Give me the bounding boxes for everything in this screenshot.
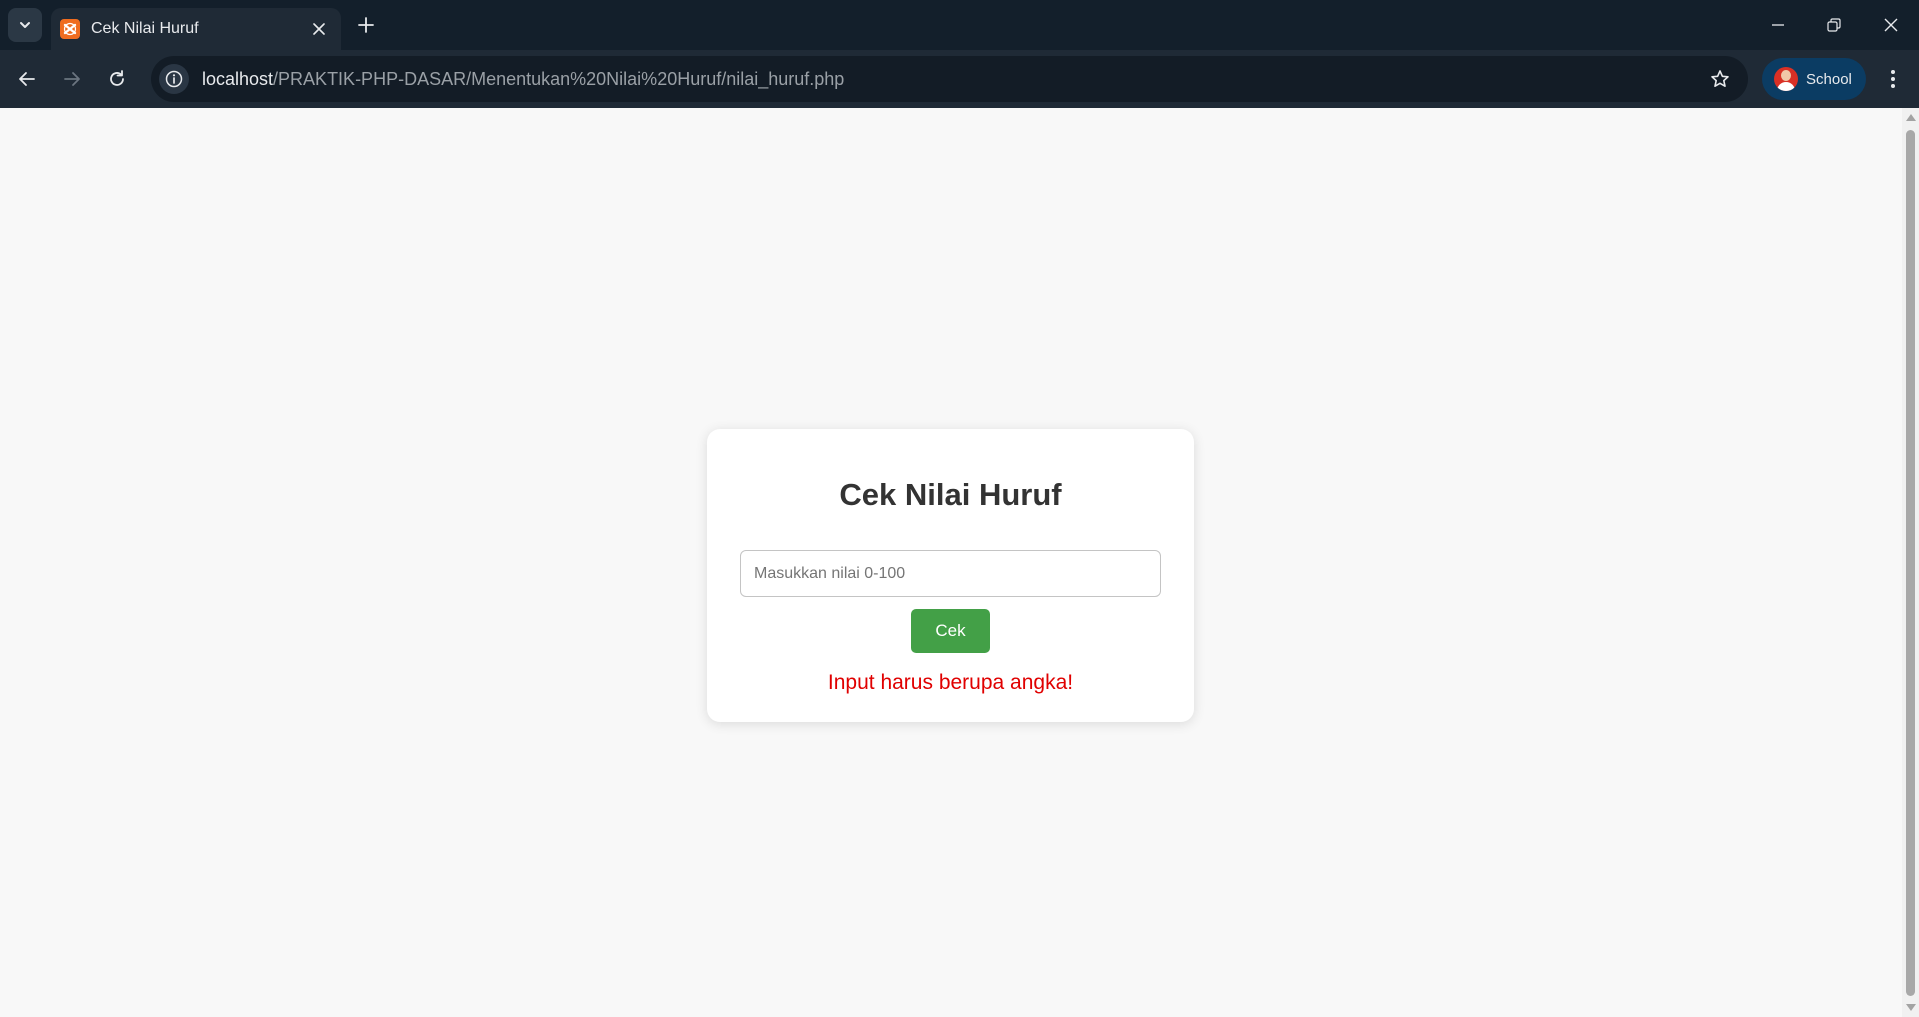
browser-toolbar: localhost/PRAKTIK-PHP-DASAR/Menentukan%2… xyxy=(0,50,1919,108)
url-path: /PRAKTIK-PHP-DASAR/Menentukan%20Nilai%20… xyxy=(273,68,845,89)
close-icon xyxy=(313,23,325,35)
new-tab-button[interactable] xyxy=(352,11,380,39)
error-message: Input harus berupa angka! xyxy=(827,671,1074,694)
address-bar[interactable]: localhost/PRAKTIK-PHP-DASAR/Menentukan%2… xyxy=(151,56,1748,102)
profile-button[interactable]: School xyxy=(1762,58,1866,100)
kebab-menu-icon xyxy=(1891,70,1895,88)
scroll-up-arrow-icon[interactable] xyxy=(1906,114,1916,121)
vertical-scrollbar[interactable] xyxy=(1902,108,1919,1017)
xampp-favicon-icon xyxy=(60,19,80,39)
arrow-right-icon xyxy=(64,72,80,86)
tab-close-button[interactable] xyxy=(307,17,331,41)
avatar xyxy=(1774,67,1798,91)
chevron-down-icon xyxy=(20,22,30,28)
arrow-left-icon xyxy=(19,72,35,86)
restore-button[interactable] xyxy=(1806,0,1862,50)
back-button[interactable] xyxy=(9,61,45,97)
nilai-input[interactable] xyxy=(740,550,1161,597)
restore-icon xyxy=(1827,18,1841,32)
minimize-button[interactable] xyxy=(1750,0,1806,50)
forward-button[interactable] xyxy=(54,61,90,97)
star-icon xyxy=(1711,70,1729,87)
page-title: Cek Nilai Huruf xyxy=(839,477,1062,512)
close-icon xyxy=(1884,18,1898,32)
bookmark-button[interactable] xyxy=(1702,61,1738,97)
scrollbar-thumb[interactable] xyxy=(1906,130,1915,996)
cek-button[interactable]: Cek xyxy=(911,609,990,653)
reload-icon xyxy=(110,70,124,86)
browser-titlebar: Cek Nilai Huruf xyxy=(0,0,1919,50)
url-text[interactable]: localhost/PRAKTIK-PHP-DASAR/Menentukan%2… xyxy=(202,69,1702,90)
grade-check-card: Cek Nilai Huruf Cek Input harus berupa a… xyxy=(707,429,1194,722)
tab-search-button[interactable] xyxy=(8,8,42,42)
reload-button[interactable] xyxy=(99,61,135,97)
site-info-button[interactable] xyxy=(159,64,189,94)
plus-icon xyxy=(358,17,374,33)
minimize-icon xyxy=(1772,24,1784,26)
tab-title: Cek Nilai Huruf xyxy=(91,20,199,37)
browser-tab-active[interactable]: Cek Nilai Huruf xyxy=(51,8,341,50)
scroll-down-arrow-icon[interactable] xyxy=(1906,1004,1916,1011)
profile-label: School xyxy=(1806,70,1852,88)
browser-menu-button[interactable] xyxy=(1875,61,1911,97)
url-host: localhost xyxy=(202,68,274,89)
page-viewport: Cek Nilai Huruf Cek Input harus berupa a… xyxy=(0,108,1902,1017)
info-icon xyxy=(165,70,183,88)
close-window-button[interactable] xyxy=(1863,0,1919,50)
